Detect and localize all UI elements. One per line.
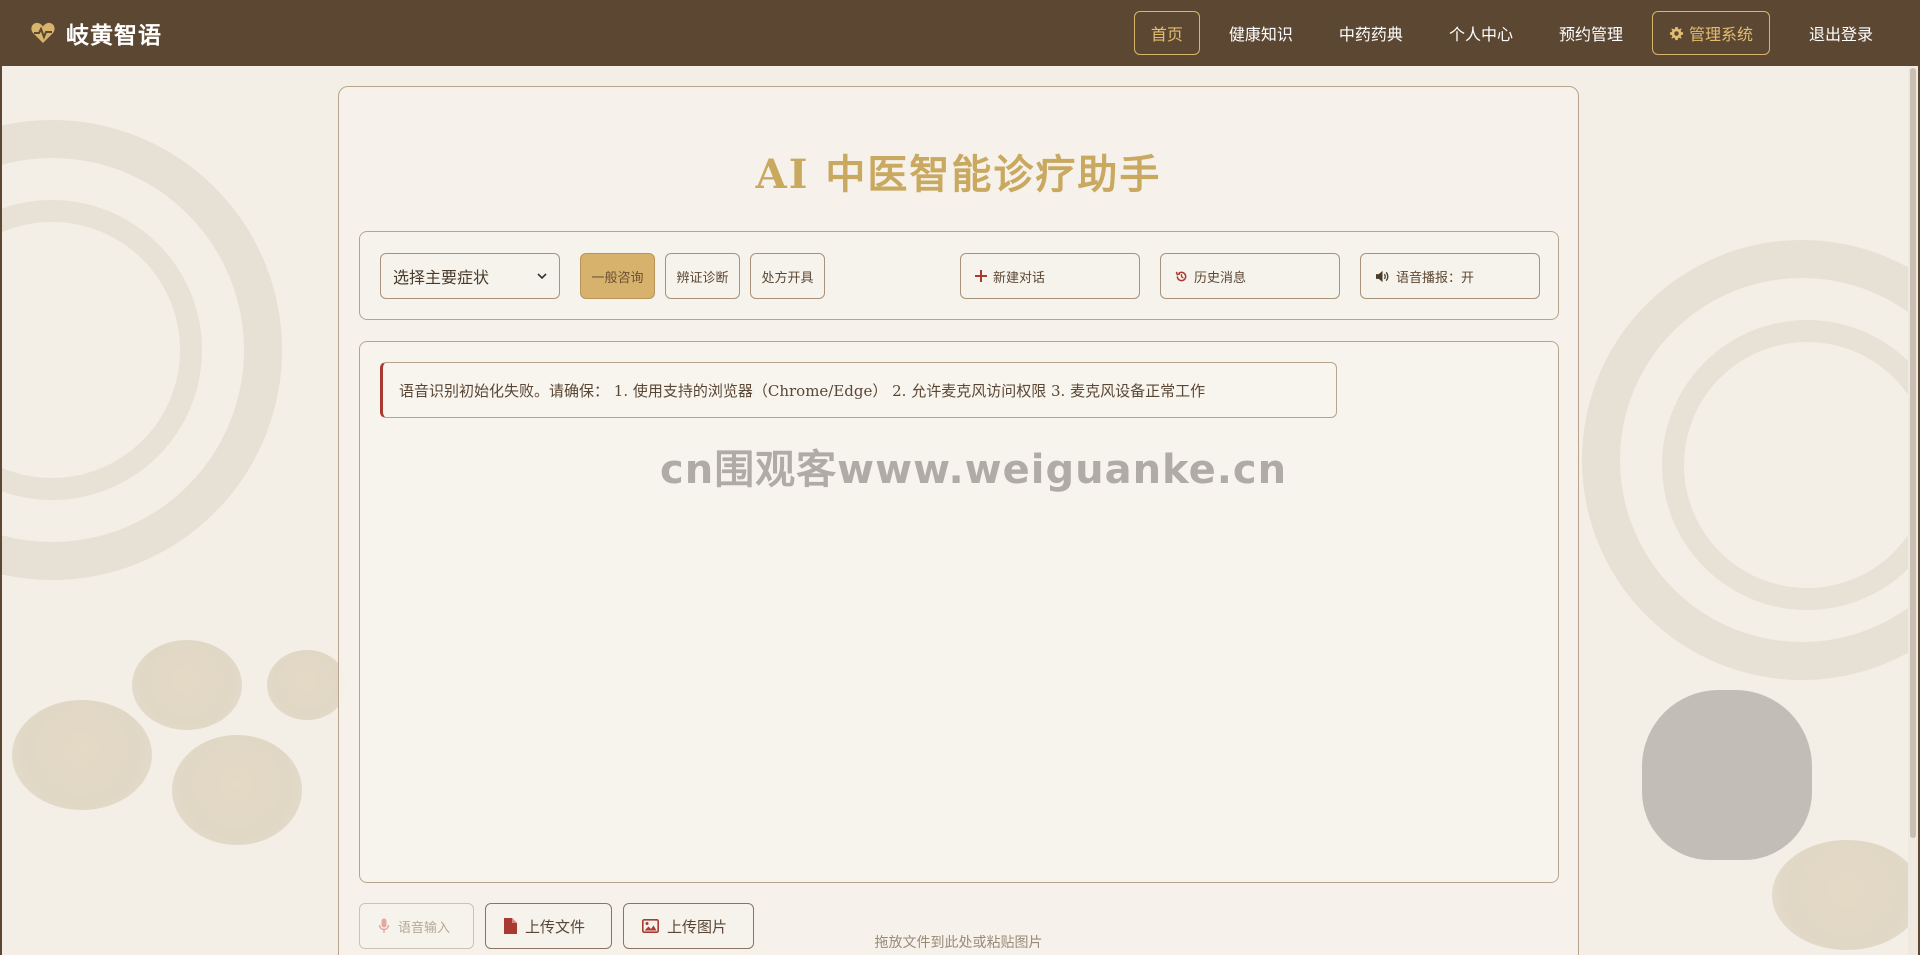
chevron-down-icon: [537, 271, 547, 281]
mode-syndrome-diagnosis-button[interactable]: 辨证诊断: [665, 253, 740, 299]
history-messages-button[interactable]: 历史消息: [1160, 253, 1340, 299]
voice-broadcast-toggle[interactable]: 语音播报：开: [1360, 253, 1540, 299]
nav-herbal-pharmacopoeia[interactable]: 中药药典: [1322, 11, 1420, 55]
top-navbar: 岐黄智语 首页 健康知识 中药药典 个人中心 预约管理 管理系统 退出登录: [2, 0, 1918, 66]
herb-bowl-decoration: [12, 700, 152, 810]
nav-admin-system[interactable]: 管理系统: [1651, 11, 1770, 55]
nav-admin-system-label: 管理系统: [1688, 25, 1753, 44]
page-title: AI 中医智能诊疗助手: [755, 151, 1162, 198]
brand-name: 岐黄智语: [66, 22, 162, 49]
nav-health-knowledge[interactable]: 健康知识: [1212, 11, 1310, 55]
mode-general-consultation-label: 一般咨询: [591, 270, 644, 286]
speaker-icon: [1375, 270, 1390, 283]
plus-icon: [975, 270, 987, 282]
assistant-toolbar: 选择主要症状 一般咨询 辨证诊断 处方开具 新建对话 历史消息 语音播报：开: [359, 231, 1559, 320]
page-scrollbar[interactable]: [1908, 66, 1918, 955]
nav-home[interactable]: 首页: [1133, 11, 1200, 55]
assistant-panel: AI 中医智能诊疗助手 选择主要症状 一般咨询 辨证诊断 处方开具 新建对话 历…: [338, 86, 1579, 955]
mode-syndrome-diagnosis-label: 辨证诊断: [676, 270, 729, 286]
mode-prescription-button[interactable]: 处方开具: [750, 253, 825, 299]
nav-personal-center[interactable]: 个人中心: [1432, 11, 1530, 55]
nav-appointment-management[interactable]: 预约管理: [1542, 11, 1640, 55]
mode-prescription-label: 处方开具: [761, 270, 814, 286]
speech-recognition-error-alert: 语音识别初始化失败。请确保： 1. 使用支持的浏览器（Chrome/Edge） …: [380, 362, 1337, 418]
tea-cup-decoration: [1772, 840, 1918, 950]
nav-appointment-management-label: 预约管理: [1558, 25, 1623, 44]
gear-icon: [1669, 26, 1684, 41]
herb-bowl-decoration: [132, 640, 242, 730]
teapot-decoration: [1642, 690, 1812, 860]
brand[interactable]: 岐黄智语: [30, 16, 162, 50]
scrollbar-thumb[interactable]: [1910, 68, 1916, 838]
file-drop-zone-hint[interactable]: 拖放文件到此处或粘贴图片: [339, 932, 1578, 952]
symptom-select-value: 选择主要症状: [393, 268, 490, 287]
nav-personal-center-label: 个人中心: [1448, 25, 1513, 44]
main-nav: 首页 健康知识 中药药典 个人中心 预约管理 管理系统 退出登录: [1133, 11, 1890, 55]
nav-logout-label: 退出登录: [1808, 25, 1873, 44]
chat-message-area[interactable]: 语音识别初始化失败。请确保： 1. 使用支持的浏览器（Chrome/Edge） …: [359, 341, 1559, 883]
history-icon: [1175, 270, 1188, 283]
nav-logout[interactable]: 退出登录: [1792, 11, 1890, 55]
history-messages-label: 历史消息: [1194, 270, 1247, 286]
nav-health-knowledge-label: 健康知识: [1228, 25, 1293, 44]
watermark: cn围观客www.weiguanke.cn: [660, 447, 1288, 493]
image-icon: [642, 919, 659, 933]
new-chat-label: 新建对话: [993, 270, 1046, 286]
mode-general-consultation-button[interactable]: 一般咨询: [580, 253, 655, 299]
symptom-select[interactable]: 选择主要症状: [380, 253, 560, 299]
herb-bowl-decoration: [267, 650, 347, 720]
nav-home-label: 首页: [1150, 25, 1183, 44]
voice-broadcast-label: 语音播报：开: [1396, 270, 1475, 286]
herb-bowl-decoration: [172, 735, 302, 845]
alert-message: 语音识别初始化失败。请确保： 1. 使用支持的浏览器（Chrome/Edge） …: [399, 381, 1206, 400]
heart-pulse-icon: [30, 21, 56, 45]
nav-herbal-pharmacopoeia-label: 中药药典: [1338, 25, 1403, 44]
new-chat-button[interactable]: 新建对话: [960, 253, 1140, 299]
